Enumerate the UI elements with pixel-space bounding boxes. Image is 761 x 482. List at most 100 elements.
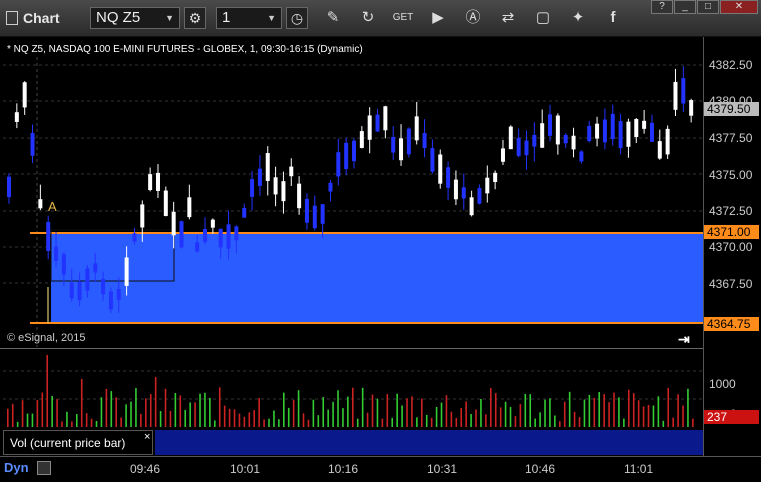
- scroll-to-end-icon[interactable]: ⇥: [678, 331, 690, 348]
- volume-bar: [135, 388, 137, 427]
- volume-bar: [391, 417, 394, 427]
- symbol-field[interactable]: NQ Z5 ▼: [90, 7, 180, 29]
- candle-body: [406, 128, 411, 155]
- volume-bar: [312, 399, 315, 427]
- candle-body: [148, 174, 153, 191]
- volume-bar: [174, 392, 177, 427]
- volume-bar: [110, 391, 113, 427]
- volume-bar: [435, 406, 438, 427]
- volume-bar: [568, 391, 571, 427]
- volume-bar: [218, 387, 221, 427]
- alert-icon[interactable]: Ⓐ: [462, 7, 484, 29]
- candle-body: [446, 167, 451, 188]
- candle-body: [453, 179, 458, 200]
- chevron-down-icon[interactable]: ▼: [165, 8, 174, 28]
- candle-body: [673, 81, 678, 110]
- volume-bar: [273, 410, 275, 427]
- close-icon[interactable]: ×: [144, 431, 150, 443]
- help-button[interactable]: ?: [651, 0, 673, 14]
- volume-bar: [642, 406, 645, 427]
- candle-body: [140, 204, 145, 228]
- time-label: 11:01: [624, 462, 654, 476]
- volume-chart[interactable]: [3, 349, 703, 429]
- volume-bar: [179, 395, 182, 427]
- candle-body: [626, 121, 631, 147]
- candle-body: [532, 134, 537, 147]
- volume-bar: [381, 418, 384, 427]
- volume-bar: [677, 394, 679, 427]
- chevron-down-icon[interactable]: ▼: [267, 8, 276, 28]
- volume-bar: [95, 420, 98, 427]
- time-label: 10:31: [427, 462, 458, 476]
- copyright: © eSignal, 2015: [7, 332, 86, 344]
- volume-bar: [317, 415, 320, 427]
- lock-icon[interactable]: [37, 461, 51, 475]
- candle-body: [242, 208, 247, 218]
- volume-bar: [480, 398, 482, 427]
- candle-body: [391, 136, 396, 153]
- candle-body: [234, 226, 239, 241]
- volume-bar: [608, 402, 610, 427]
- settings-icon[interactable]: ⚙: [184, 7, 206, 29]
- volume-bar: [145, 398, 147, 427]
- candle-body: [579, 151, 584, 162]
- facebook-icon[interactable]: f: [602, 7, 624, 29]
- volume-bar: [406, 398, 408, 427]
- interval-field[interactable]: 1 ▼: [216, 7, 282, 29]
- volume-bar: [164, 388, 167, 427]
- candle-body: [665, 128, 670, 155]
- candle-body: [516, 137, 521, 156]
- time-axis[interactable]: Dyn 09:46 10:01 10:16 10:31 10:46 11:01: [0, 456, 761, 482]
- volume-bar: [623, 418, 625, 427]
- refresh-icon[interactable]: ↻: [357, 7, 379, 29]
- candle-body: [155, 172, 160, 191]
- volume-bar: [509, 406, 512, 427]
- volume-bar: [71, 421, 73, 427]
- candle-body: [281, 181, 286, 202]
- volume-bar: [598, 392, 601, 427]
- last-price-tag: 4379.50: [704, 102, 759, 116]
- volume-bar: [209, 397, 211, 427]
- candle-body: [375, 114, 380, 132]
- volume-value-tag: 237: [704, 410, 759, 424]
- link-icon[interactable]: ⇄: [497, 7, 519, 29]
- volume-bar: [499, 407, 502, 427]
- symbol-value: NQ Z5: [96, 9, 141, 26]
- volume-bar: [593, 397, 596, 427]
- minimize-button[interactable]: _: [674, 0, 696, 14]
- candle-body: [289, 166, 294, 177]
- candle-body: [218, 228, 223, 248]
- play-icon[interactable]: ▶: [427, 7, 449, 29]
- volume-bar: [253, 410, 256, 427]
- app-title: Chart: [23, 10, 60, 26]
- volume-bar: [16, 421, 19, 427]
- volume-bar: [430, 417, 433, 427]
- price-axis[interactable]: 4382.50 4380.00 4377.50 4375.00 4372.50 …: [703, 37, 761, 462]
- candle-body: [540, 123, 545, 148]
- volume-bar: [652, 405, 655, 427]
- close-button[interactable]: ✕: [720, 0, 758, 14]
- comment-icon[interactable]: ▢: [532, 7, 554, 29]
- candle-body: [657, 141, 662, 159]
- volume-bar: [386, 394, 389, 427]
- volume-bar: [214, 420, 216, 427]
- candle-body: [587, 125, 592, 142]
- time-label: 10:16: [328, 462, 359, 476]
- maximize-button[interactable]: □: [697, 0, 719, 14]
- get-icon[interactable]: GET: [392, 7, 414, 29]
- candle-body: [367, 115, 372, 140]
- price-chart[interactable]: [3, 37, 703, 347]
- clock-icon[interactable]: ◷: [286, 7, 308, 29]
- volume-bar: [396, 393, 398, 427]
- volume-bar: [401, 405, 403, 427]
- candle-body: [634, 119, 639, 138]
- pencil-icon[interactable]: ✎: [322, 7, 344, 29]
- dynamic-mode[interactable]: Dyn: [4, 460, 29, 475]
- candle-body: [108, 291, 113, 310]
- candle-body: [336, 152, 341, 177]
- candle-body: [163, 190, 168, 216]
- candle-body: [477, 188, 482, 204]
- candle-body: [297, 183, 302, 209]
- twitter-icon[interactable]: ✦: [567, 7, 589, 29]
- volume-bar: [573, 411, 576, 427]
